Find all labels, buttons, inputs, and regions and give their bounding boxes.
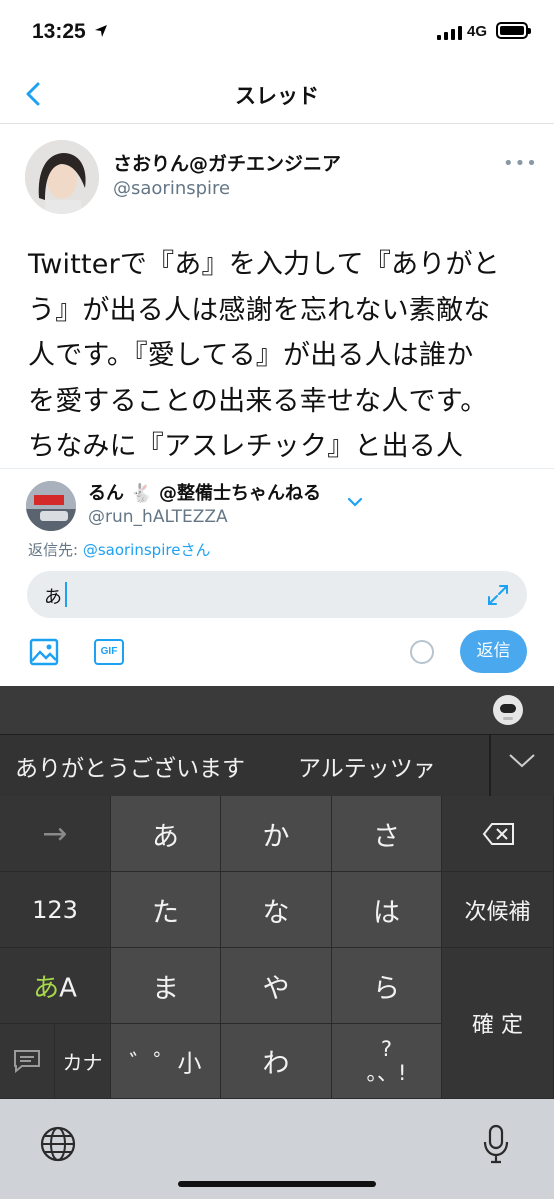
candidate-divider xyxy=(489,735,491,797)
assistant-robot-icon[interactable] xyxy=(493,695,523,725)
mode-kana-label: あ xyxy=(33,973,60,1003)
reply-send-button[interactable]: 返信 xyxy=(460,630,527,673)
network-type: 4G xyxy=(467,23,488,40)
reply-input[interactable]: あ xyxy=(27,571,527,618)
key-sa[interactable]: さ xyxy=(332,796,442,872)
status-bar: 13:25 4G xyxy=(0,0,554,66)
kana-key[interactable]: カナ xyxy=(55,1024,111,1099)
key-ta[interactable]: た xyxy=(111,872,221,948)
avatar[interactable] xyxy=(25,140,99,214)
keyboard-bottom-bar xyxy=(0,1099,554,1199)
backspace-icon xyxy=(482,823,514,845)
tweet-body-line: を愛することの出来る幸せな人です。 xyxy=(28,385,488,417)
mode-alpha-label: A xyxy=(59,973,77,1003)
expand-icon[interactable] xyxy=(487,584,509,606)
replying-to-user[interactable]: @saorinspire xyxy=(83,541,181,559)
input-mode-key[interactable]: あA xyxy=(0,948,111,1024)
reply-avatar[interactable] xyxy=(26,481,76,531)
replying-to-suffix: さん xyxy=(180,541,211,559)
key-na[interactable]: な xyxy=(221,872,332,948)
next-candidate-key[interactable]: 次候補 xyxy=(442,872,554,948)
text-caret xyxy=(65,582,67,607)
globe-icon[interactable] xyxy=(39,1125,77,1163)
punctuation-key[interactable]: ? 。、! xyxy=(332,1024,442,1099)
reply-display-name: るん 🐇 @整備士ちゃんねる xyxy=(88,483,321,504)
key-ra[interactable]: ら xyxy=(332,948,442,1024)
tweet-display-name[interactable]: さおりん@ガチエンジニア xyxy=(113,149,341,176)
dakuten-key[interactable]: ゛゜小 xyxy=(111,1024,221,1099)
reply-composer: るん 🐇 @整備士ちゃんねる @run_hALTEZZA 返信先: @saori… xyxy=(0,468,554,686)
tweet: さおりん@ガチエンジニア @saorinspire ••• Twitterで『あ… xyxy=(0,124,554,468)
keyboard-toolbar xyxy=(0,686,554,734)
tweet-body-line: ちなみに『アスレチック』と出る人 xyxy=(28,431,464,462)
tweet-handle[interactable]: @saorinspire xyxy=(113,178,230,199)
emoji-key[interactable] xyxy=(0,1024,55,1099)
chat-bubble-icon xyxy=(14,1050,40,1073)
key-a[interactable]: あ xyxy=(111,796,221,872)
gif-button[interactable]: GIF xyxy=(94,639,124,665)
key-ya[interactable]: や xyxy=(221,948,332,1024)
candidate-bar: ありがとうございます アルテッツァ xyxy=(0,734,554,797)
expand-candidates-chevron-icon[interactable] xyxy=(508,753,536,769)
account-switch-chevron-icon[interactable] xyxy=(346,496,364,508)
backspace-key[interactable] xyxy=(442,796,554,872)
tweet-body-line: 人です。『愛してる』が出る人は誰か xyxy=(28,340,474,371)
nav-bar: スレッド xyxy=(0,66,554,124)
more-options-icon[interactable]: ••• xyxy=(503,153,538,174)
reply-input-text[interactable]: あ xyxy=(44,583,62,609)
status-time: 13:25 xyxy=(32,20,86,43)
home-indicator[interactable] xyxy=(178,1181,376,1187)
key-ma[interactable]: ま xyxy=(111,948,221,1024)
replying-to[interactable]: 返信先: @saorinspireさん xyxy=(28,539,210,560)
replying-to-label: 返信先: xyxy=(28,541,83,559)
arrow-key[interactable]: → xyxy=(0,796,111,872)
location-arrow-icon xyxy=(95,25,107,37)
key-wa[interactable]: わ xyxy=(221,1024,332,1099)
key-ha[interactable]: は xyxy=(332,872,442,948)
confirm-key[interactable]: 確 定 xyxy=(442,948,554,1099)
tweet-body-line: う』が出る人は感謝を忘れない素敵な xyxy=(28,294,491,326)
microphone-icon[interactable] xyxy=(483,1124,509,1164)
tweet-body: Twitterで『あ』を入力して『ありがと う』が出る人は感謝を忘れない素敵な … xyxy=(28,242,538,468)
battery-icon xyxy=(496,22,531,39)
candidate-item[interactable]: ありがとうございます xyxy=(15,749,245,783)
tweet-body-line: Twitterで『あ』を入力して『ありがと xyxy=(28,249,500,280)
character-counter xyxy=(410,640,434,664)
signal-icon xyxy=(437,26,462,40)
reply-handle: @run_hALTEZZA xyxy=(88,507,228,527)
number-mode-key[interactable]: 123 xyxy=(0,872,111,948)
image-icon[interactable] xyxy=(29,638,59,666)
candidate-item[interactable]: アルテッツァ xyxy=(298,749,436,783)
page-title: スレッド xyxy=(235,84,319,108)
key-ka[interactable]: か xyxy=(221,796,332,872)
